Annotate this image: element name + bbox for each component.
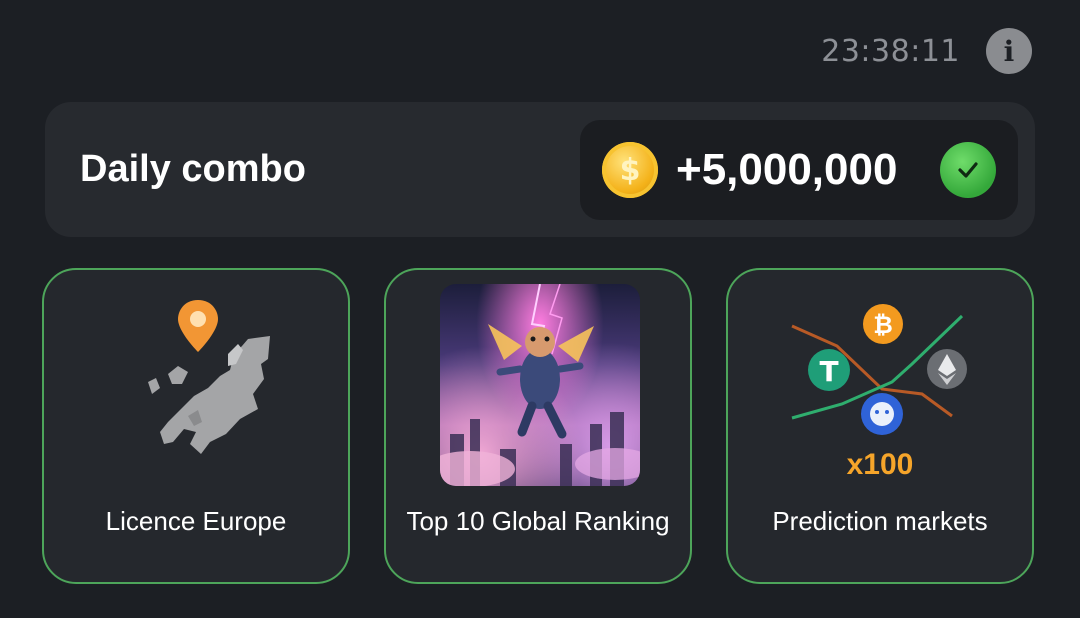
- daily-combo-bar: Daily combo $ +5,000,000: [45, 102, 1035, 237]
- info-icon[interactable]: i: [986, 28, 1032, 74]
- reward-amount: +5,000,000: [676, 145, 898, 194]
- combo-card-prediction-markets[interactable]: ₿ T x100 Prediction markets: [726, 268, 1034, 584]
- hamster-astronaut-image: [440, 284, 640, 486]
- check-icon: [940, 142, 996, 198]
- multiplier-badge: x100: [846, 448, 914, 481]
- combo-card-licence-europe[interactable]: Licence Europe: [42, 268, 350, 584]
- coin-icon: $: [602, 142, 658, 198]
- daily-combo-title: Daily combo: [80, 148, 306, 190]
- europe-map-icon: [148, 300, 270, 454]
- card-label: Licence Europe: [105, 506, 287, 536]
- combo-card-top-10-global-ranking[interactable]: Top 10 Global Ranking: [384, 268, 692, 584]
- countdown-timer: 23:38:11: [821, 33, 960, 69]
- card-label: Prediction markets: [772, 506, 988, 536]
- svg-text:T: T: [819, 355, 838, 388]
- svg-text:₿: ₿: [873, 311, 893, 339]
- card-label: Top 10 Global Ranking: [406, 506, 670, 536]
- reward-pill: $ +5,000,000: [580, 120, 1018, 220]
- timer-row: 23:38:11 i: [821, 28, 1032, 74]
